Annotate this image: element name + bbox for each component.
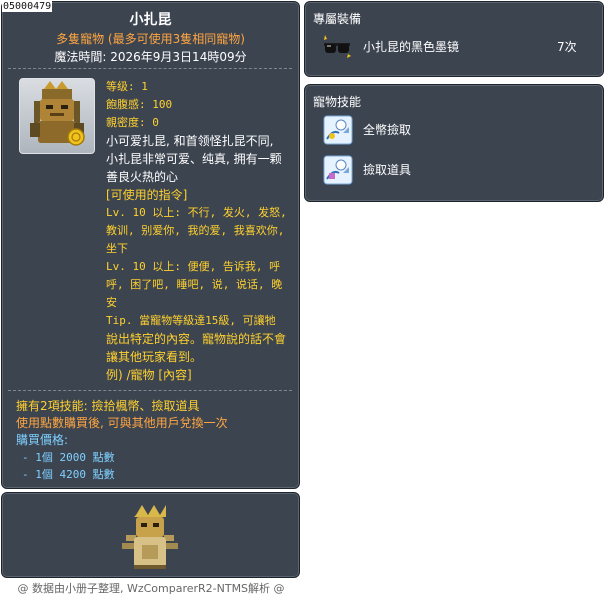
pet-icon <box>19 78 95 154</box>
exclusive-equipment-panel: 專屬裝備 小扎昆的黑色墨镜 7次 <box>304 1 604 77</box>
pet-level: 等级: 1 <box>106 80 148 93</box>
tip-line: 說出特定的內容。寵物說的話不會 <box>106 332 287 346</box>
exclusive-item-name: 小扎昆的黑色墨镜 <box>363 40 460 54</box>
magic-time-expire: 魔法時間: 2026年9月3日14時09分 <box>54 50 247 64</box>
pet-tooltip-panel: 小扎昆 多隻寵物 (最多可使用3隻相同寵物) 魔法時間: 2026年9月3日14… <box>1 1 300 489</box>
tip-line: 讓其他玩家看到。 <box>106 350 203 364</box>
command-line: Lv. 10 以上: 不行, 发火, 发怒, <box>106 206 287 219</box>
command-line: Lv. 10 以上: 便便, 告诉我, 呼 <box>106 260 281 273</box>
divider <box>8 68 292 69</box>
command-line: 坐下 <box>106 242 128 255</box>
tip-line: 例) /寵物 [內容] <box>106 368 192 382</box>
skill-label-item-pickup: 撿取道具 <box>363 163 412 177</box>
exclusive-item-count: 7次 <box>557 40 577 54</box>
price-option: - 1個 4200 點數 <box>22 468 115 481</box>
trade-notice: 使用點數購買後, 可與其他用戶兌換一次 <box>16 416 228 430</box>
sunglasses-icon[interactable] <box>321 32 353 60</box>
description-line: 小可爱扎昆, 和首领怪扎昆不同, <box>106 134 274 148</box>
pet-preview-panel <box>1 492 300 578</box>
pet-closeness: 親密度: 0 <box>106 116 159 129</box>
purchase-info: 擁有2項技能: 撿拾楓幣、撿取道具 使用點數購買後, 可與其他用戶兌換一次 購買… <box>16 398 296 483</box>
command-line: 安 <box>106 296 117 309</box>
coin-pickup-skill-icon[interactable] <box>323 115 353 145</box>
skills-summary: 擁有2項技能: 撿拾楓幣、撿取道具 <box>16 399 200 413</box>
command-line: 教训, 别爱你, 我的爱, 我喜欢你, <box>106 224 285 237</box>
exclusive-title: 專屬裝備 <box>313 12 362 26</box>
commands-header: [可使用的指令] <box>106 188 188 202</box>
divider <box>8 390 292 391</box>
multi-pet-notice: 多隻寵物 (最多可使用3隻相同寵物) <box>56 32 245 46</box>
pet-skills-panel: 寵物技能 全幣撿取 撿取道具 <box>304 84 604 202</box>
pet-name-title: 小扎昆 <box>129 12 172 28</box>
skills-title: 寵物技能 <box>313 95 362 109</box>
item-pickup-skill-icon[interactable] <box>323 155 353 185</box>
pet-sprite <box>120 501 180 571</box>
pet-description: 小可爱扎昆, 和首领怪扎昆不同, 小扎昆非常可爱、纯真, 拥有一颗 善良火热的心… <box>106 132 292 384</box>
pet-fullness: 飽腹感: 100 <box>106 98 173 111</box>
tip-line: Tip. 當寵物等級達15級, 可讓牠 <box>106 314 276 327</box>
command-line: 呼, 困了吧, 睡吧, 说, 说话, 晚 <box>106 278 283 291</box>
description-line: 善良火热的心 <box>106 170 179 184</box>
price-label: 購買價格: <box>16 433 69 447</box>
description-line: 小扎昆非常可爱、纯真, 拥有一颗 <box>106 152 282 166</box>
skill-label-coin-pickup: 全幣撿取 <box>363 123 412 137</box>
item-id-label: 05000479 <box>2 1 53 12</box>
price-option: - 1個 2000 點數 <box>22 451 115 464</box>
